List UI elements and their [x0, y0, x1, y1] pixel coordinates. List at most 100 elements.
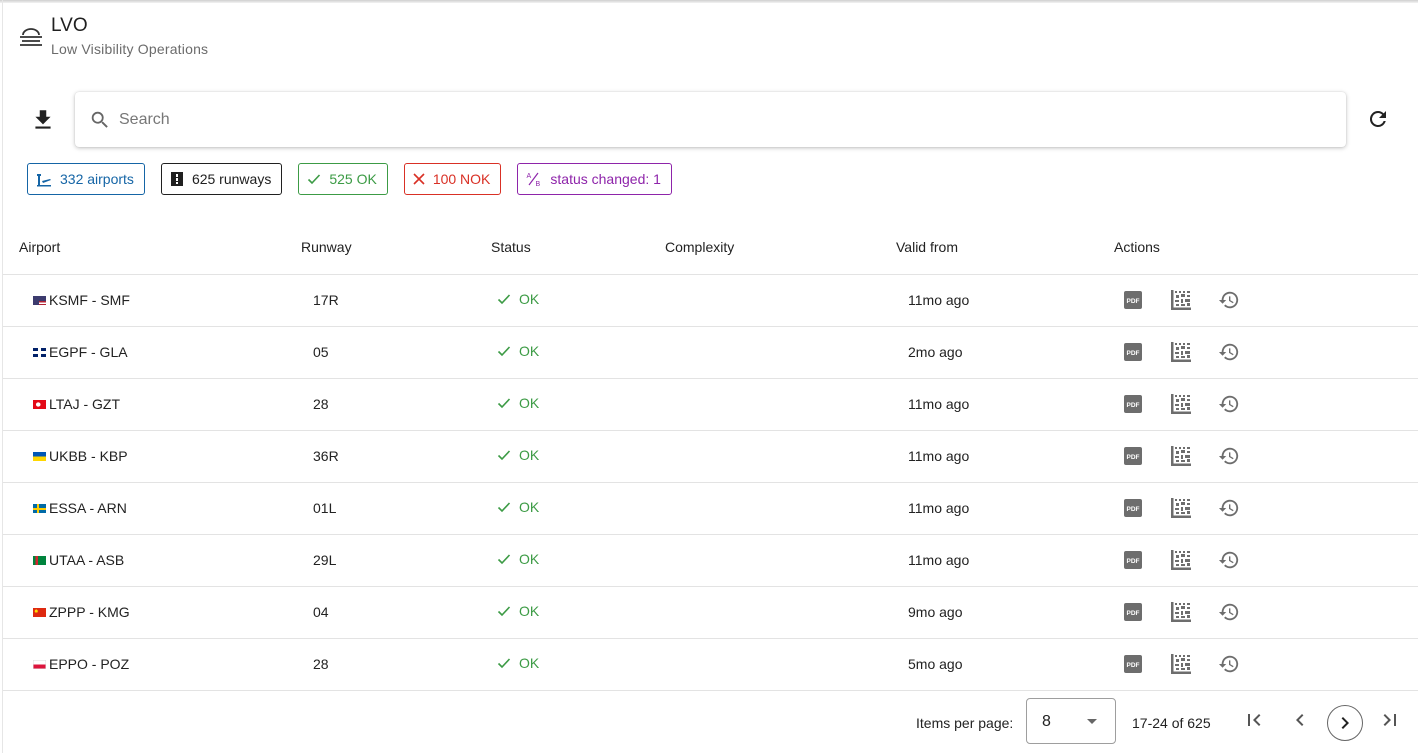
- search-box[interactable]: [75, 92, 1346, 147]
- history-icon[interactable]: [1218, 497, 1240, 519]
- status-changed-chip[interactable]: A B status changed: 1: [517, 163, 672, 195]
- history-icon[interactable]: [1218, 601, 1240, 623]
- table-row[interactable]: UTAA - ASB 29L OK 11mo ago PDF: [3, 534, 1418, 587]
- check-icon: [497, 450, 511, 461]
- pdf-icon[interactable]: PDF: [1122, 289, 1144, 311]
- history-icon[interactable]: [1218, 445, 1240, 467]
- actions-cell: PDF: [1098, 378, 1418, 431]
- status-cell: OK: [475, 326, 649, 379]
- valid-from-cell: 2mo ago: [880, 326, 1098, 379]
- svg-text:PDF: PDF: [1127, 662, 1140, 669]
- data-matrix-icon[interactable]: [1170, 341, 1192, 363]
- complexity-cell: [649, 274, 880, 327]
- flag-tm-icon: [33, 556, 46, 565]
- runway-cell: 28: [285, 378, 475, 431]
- last-page-button[interactable]: [1377, 707, 1403, 733]
- column-header-valid-from[interactable]: Valid from: [880, 221, 1098, 275]
- pdf-icon[interactable]: PDF: [1122, 497, 1144, 519]
- runways-chip[interactable]: 625 runways: [160, 163, 283, 195]
- ok-chip-label: 525 OK: [329, 171, 377, 187]
- table-row[interactable]: EGPF - GLA 05 OK 2mo ago PDF: [3, 326, 1418, 379]
- data-matrix-icon[interactable]: [1170, 445, 1192, 467]
- pdf-icon[interactable]: PDF: [1122, 653, 1144, 675]
- first-page-icon: [1248, 714, 1261, 726]
- data-matrix-icon[interactable]: [1170, 601, 1192, 623]
- check-icon: [497, 502, 511, 513]
- pdf-icon[interactable]: PDF: [1122, 445, 1144, 467]
- runway-cell: 28: [285, 638, 475, 691]
- data-matrix-icon[interactable]: [1170, 289, 1192, 311]
- status-changed-chip-label: status changed: 1: [550, 171, 661, 187]
- page-range-label: 17-24 of 625: [1132, 715, 1211, 731]
- first-page-button[interactable]: [1241, 707, 1267, 733]
- data-matrix-icon[interactable]: [1170, 393, 1192, 415]
- history-icon[interactable]: [1218, 549, 1240, 571]
- status-text: OK: [519, 499, 540, 515]
- status-cell: OK: [475, 378, 649, 431]
- search-input[interactable]: [119, 110, 1269, 129]
- table-row[interactable]: ZPPP - KMG 04 OK 9mo ago PDF: [3, 586, 1418, 639]
- airports-chip[interactable]: 332 airports: [27, 163, 145, 195]
- column-header-status[interactable]: Status: [475, 221, 649, 275]
- history-icon[interactable]: [1218, 393, 1240, 415]
- runway-icon: [170, 172, 183, 186]
- table-row[interactable]: KSMF - SMF 17R OK 11mo ago PDF: [3, 274, 1418, 327]
- flag-tr-icon: [33, 400, 46, 409]
- page-header: LVO Low Visibility Operations: [18, 14, 208, 57]
- valid-from-cell: 5mo ago: [880, 638, 1098, 691]
- status-text: OK: [519, 655, 540, 671]
- airport-name: ZPPP - KMG: [49, 604, 130, 620]
- pdf-icon[interactable]: PDF: [1122, 601, 1144, 623]
- column-header-complexity[interactable]: Complexity: [649, 221, 880, 275]
- status-text: OK: [519, 395, 540, 411]
- pdf-icon[interactable]: PDF: [1122, 341, 1144, 363]
- complexity-cell: [649, 638, 880, 691]
- status-cell: OK: [475, 274, 649, 327]
- complexity-cell: [649, 430, 880, 483]
- actions-cell: PDF: [1098, 482, 1418, 535]
- table-row[interactable]: ESSA - ARN 01L OK 11mo ago PDF: [3, 482, 1418, 535]
- airport-name: EPPO - POZ: [49, 656, 130, 672]
- dropdown-arrow-icon: [1087, 719, 1097, 724]
- ab-compare-icon: A B: [527, 172, 541, 187]
- table-row[interactable]: LTAJ - GZT 28 OK 11mo ago PDF: [3, 378, 1418, 431]
- pdf-icon[interactable]: PDF: [1122, 549, 1144, 571]
- previous-page-button[interactable]: [1287, 707, 1313, 733]
- svg-text:PDF: PDF: [1127, 454, 1140, 461]
- items-per-page-select[interactable]: 8: [1026, 698, 1116, 744]
- history-icon[interactable]: [1218, 653, 1240, 675]
- airport-name: KSMF - SMF: [49, 292, 130, 308]
- actions-cell: PDF: [1098, 638, 1418, 691]
- table-row[interactable]: UKBB - KBP 36R OK 11mo ago PDF: [3, 430, 1418, 483]
- status-badge: OK: [497, 551, 539, 567]
- column-header-runway[interactable]: Runway: [285, 221, 475, 275]
- svg-text:PDF: PDF: [1127, 558, 1140, 565]
- nok-chip[interactable]: 100 NOK: [403, 163, 502, 195]
- history-icon[interactable]: [1218, 341, 1240, 363]
- check-icon: [497, 658, 511, 669]
- history-icon[interactable]: [1218, 289, 1240, 311]
- data-matrix-icon[interactable]: [1170, 497, 1192, 519]
- airport-name: UTAA - ASB: [49, 552, 125, 568]
- data-matrix-icon[interactable]: [1170, 653, 1192, 675]
- svg-text:PDF: PDF: [1127, 610, 1140, 617]
- next-page-button[interactable]: [1327, 705, 1363, 741]
- refresh-button[interactable]: [1366, 107, 1390, 131]
- download-button[interactable]: [30, 107, 56, 133]
- check-icon: [497, 554, 511, 565]
- column-header-airport[interactable]: Airport: [3, 221, 285, 275]
- runway-cell: 29L: [285, 534, 475, 587]
- data-matrix-icon[interactable]: [1170, 549, 1192, 571]
- valid-from-cell: 9mo ago: [880, 586, 1098, 639]
- airport-cell: KSMF - SMF: [3, 274, 285, 327]
- search-icon: [91, 111, 108, 128]
- table-row[interactable]: EPPO - POZ 28 OK 5mo ago PDF: [3, 638, 1418, 691]
- airport-name: UKBB - KBP: [49, 448, 128, 464]
- ok-chip[interactable]: 525 OK: [298, 163, 388, 195]
- pdf-icon[interactable]: PDF: [1122, 393, 1144, 415]
- airport-name: LTAJ - GZT: [49, 396, 121, 412]
- airports-chip-label: 332 airports: [60, 171, 134, 187]
- column-header-actions: Actions: [1098, 221, 1418, 275]
- airport-name: ESSA - ARN: [49, 500, 127, 516]
- flag-cn-icon: [33, 608, 46, 617]
